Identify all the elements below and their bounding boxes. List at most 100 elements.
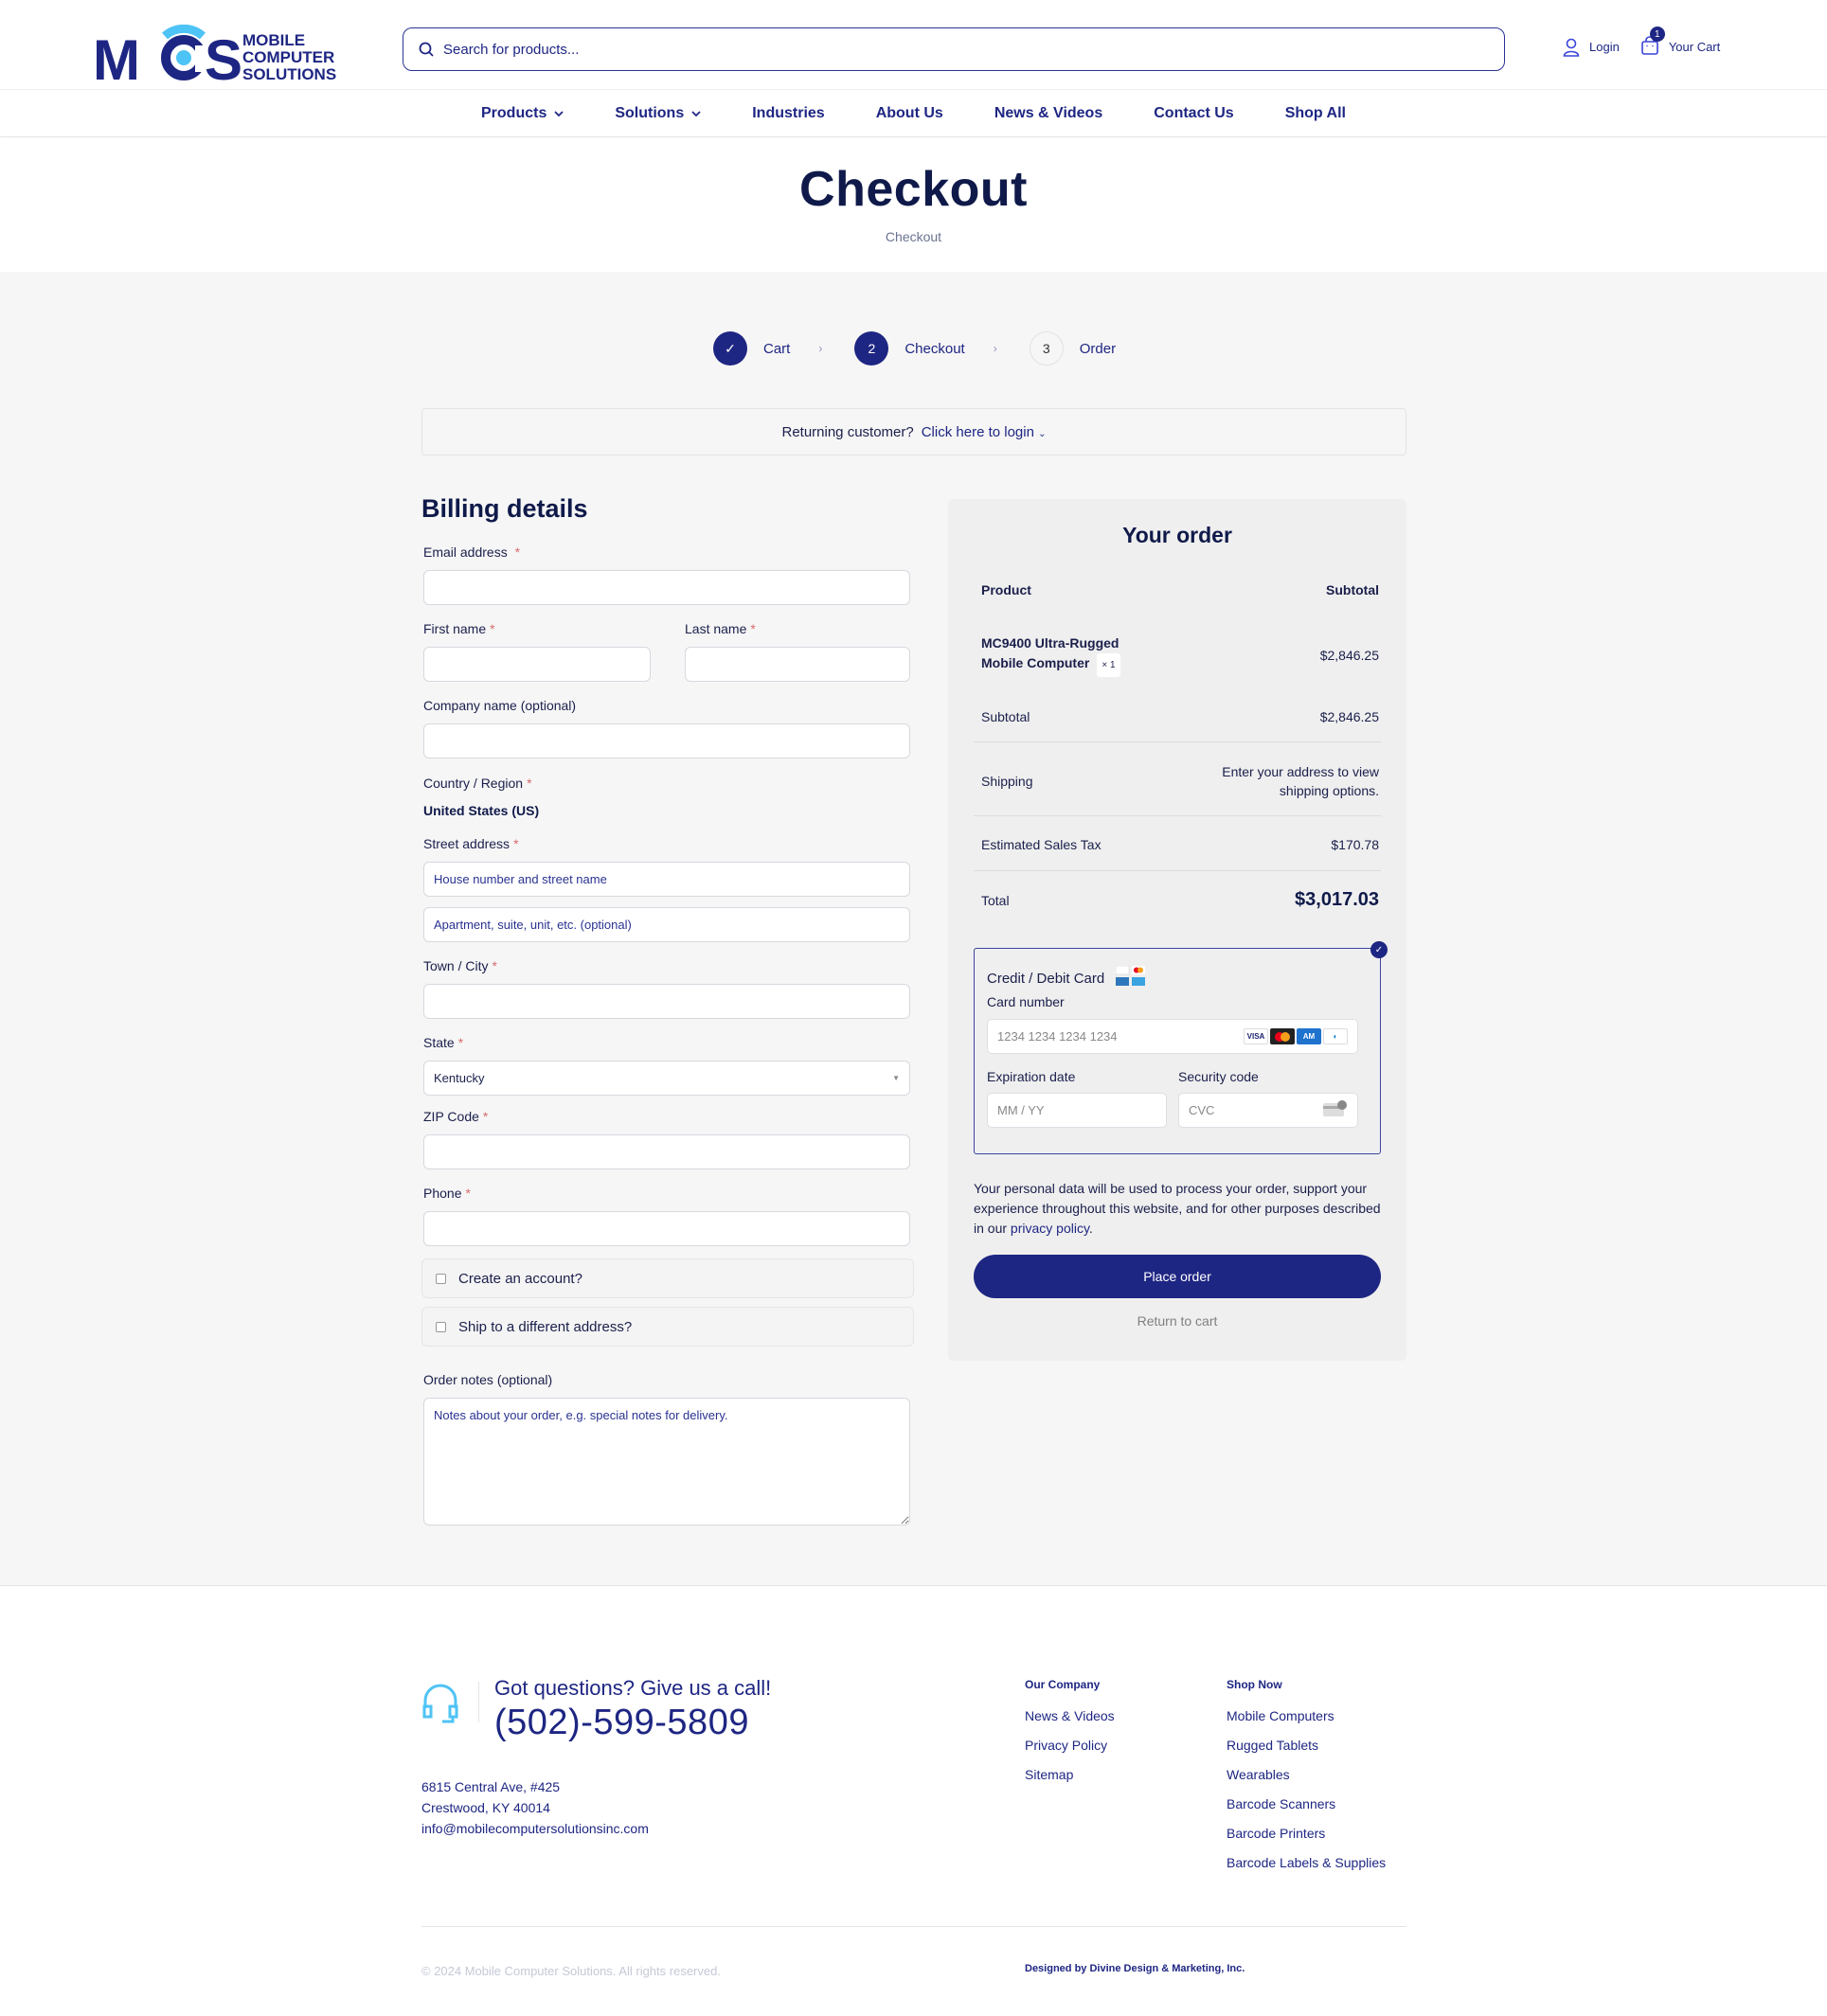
nav-industries[interactable]: Industries [752, 105, 824, 122]
chevron-right-icon: › [993, 342, 997, 355]
svg-text:M: M [93, 28, 137, 83]
nav-shop-all[interactable]: Shop All [1285, 105, 1346, 122]
footer-link-news-videos[interactable]: News & Videos [1025, 1708, 1115, 1723]
main-nav: Products Solutions Industries About Us N… [0, 90, 1827, 137]
order-item-name: MC9400 Ultra-Rugged Mobile Computer × 1 [981, 633, 1120, 677]
checkout-steps: ✓ Cart › 2 Checkout › 3 Order [713, 331, 1116, 366]
diners-icon: ◐ [1323, 1028, 1348, 1044]
first-name-label: First name * [423, 621, 495, 636]
dropdown-arrow-icon: ▼ [892, 1074, 900, 1082]
nav-solutions[interactable]: Solutions [615, 105, 701, 122]
street-label: Street address * [423, 836, 519, 851]
phone-field[interactable] [423, 1211, 910, 1246]
total-row: Total $3,017.03 [981, 889, 1379, 910]
card-number-label: Card number [987, 994, 1065, 1009]
company-field[interactable] [423, 723, 910, 758]
phone-label: Phone * [423, 1186, 471, 1201]
search-input[interactable] [443, 41, 1504, 58]
payment-method-label: Credit / Debit Card [987, 970, 1105, 987]
nav-about-us[interactable]: About Us [876, 105, 943, 122]
footer-col-shop: Shop Now Mobile Computers Rugged Tablets… [1227, 1678, 1387, 1870]
step-checkout-label: Checkout [905, 340, 965, 357]
cart-link[interactable]: 1 Your Cart [1640, 27, 1721, 58]
user-icon [1563, 38, 1580, 57]
email-field[interactable] [423, 570, 910, 605]
return-to-cart-link[interactable]: Return to cart [974, 1313, 1381, 1329]
step-cart-label[interactable]: Cart [763, 341, 790, 357]
cvc-label: Security code [1178, 1069, 1259, 1084]
designer-credit-link[interactable]: Designed by Divine Design & Marketing, I… [1025, 1963, 1245, 1974]
footer-link-barcode-labels[interactable]: Barcode Labels & Supplies [1227, 1855, 1386, 1870]
privacy-policy-link[interactable]: privacy policy [1011, 1221, 1089, 1236]
nav-contact-us[interactable]: Contact Us [1154, 105, 1233, 122]
nav-products[interactable]: Products [481, 105, 564, 122]
city-label: Town / City * [423, 958, 497, 973]
subtotal-row: Subtotal $2,846.25 [981, 709, 1379, 724]
mastercard-icon [1270, 1028, 1295, 1044]
card-brands-icon [1115, 965, 1146, 990]
nav-news-videos[interactable]: News & Videos [994, 105, 1102, 122]
street-address-1-field[interactable] [423, 862, 910, 897]
order-total: $3,017.03 [1295, 889, 1379, 910]
cart-count-badge: 1 [1649, 27, 1665, 42]
site-footer: Got questions? Give us a call! (502)-599… [0, 1587, 1827, 2016]
footer-link-privacy-policy[interactable]: Privacy Policy [1025, 1738, 1115, 1753]
zip-field[interactable] [423, 1134, 910, 1169]
chevron-down-icon [554, 105, 564, 122]
card-number-field[interactable]: 1234 1234 1234 1234 VISA AM ◐ [987, 1019, 1358, 1054]
order-notes-field[interactable] [423, 1398, 910, 1525]
footer-link-rugged-tablets[interactable]: Rugged Tablets [1227, 1738, 1386, 1753]
state-selected-value: Kentucky [434, 1071, 485, 1085]
email-label: Email address * [423, 544, 521, 560]
login-toggle-link[interactable]: Click here to login ⌄ [922, 424, 1047, 440]
cart-label: Your Cart [1668, 40, 1721, 54]
footer-link-wearables[interactable]: Wearables [1227, 1767, 1386, 1782]
last-name-label: Last name * [685, 621, 756, 636]
phone-number[interactable]: (502)-599-5809 [494, 1703, 771, 1743]
svg-text:MOBILE: MOBILE [242, 31, 305, 49]
page-title-area: Checkout Checkout [0, 138, 1827, 272]
create-account-checkbox[interactable]: Create an account? [421, 1258, 914, 1298]
footer-divider [421, 1926, 1406, 1927]
state-label: State * [423, 1035, 464, 1050]
logo[interactable]: M S MOBILE COMPUTER SOLUTIONS [93, 17, 349, 92]
step-checkout-circle: 2 [854, 331, 889, 366]
divider [974, 741, 1381, 742]
visa-icon: VISA [1244, 1028, 1268, 1044]
privacy-notice: Your personal data will be used to proce… [974, 1181, 1381, 1236]
expiry-field[interactable]: MM / YY [987, 1093, 1167, 1128]
check-icon: ✓ [725, 340, 736, 356]
order-summary: Your order Product Subtotal MC9400 Ultra… [948, 499, 1406, 1361]
footer-link-barcode-scanners[interactable]: Barcode Scanners [1227, 1796, 1386, 1811]
footer-link-sitemap[interactable]: Sitemap [1025, 1767, 1115, 1782]
footer-link-mobile-computers[interactable]: Mobile Computers [1227, 1708, 1386, 1723]
chevron-right-icon: › [818, 342, 823, 355]
state-select[interactable]: Kentucky ▼ [423, 1061, 910, 1096]
order-table-header: Product Subtotal [981, 582, 1379, 598]
call-block: Got questions? Give us a call! (502)-599… [421, 1676, 771, 1743]
divider [974, 870, 1381, 871]
checkbox-icon [436, 1273, 446, 1284]
checkout-main: ✓ Cart › 2 Checkout › 3 Order Returning … [0, 272, 1827, 1586]
email-link[interactable]: info@mobilecomputersolutionsinc.com [421, 1818, 649, 1839]
first-name-field[interactable] [423, 647, 651, 682]
last-name-field[interactable] [685, 647, 910, 682]
place-order-button[interactable]: Place order [974, 1255, 1381, 1298]
street-address-2-field[interactable] [423, 907, 910, 942]
billing-heading: Billing details [421, 494, 588, 523]
city-field[interactable] [423, 984, 910, 1019]
search-bar[interactable] [403, 27, 1505, 71]
cvc-field[interactable]: CVC [1178, 1093, 1358, 1128]
footer-col-company: Our Company News & Videos Privacy Policy… [1025, 1678, 1115, 1782]
order-heading: Your order [1122, 523, 1232, 547]
step-cart-circle[interactable]: ✓ [713, 331, 747, 366]
country-label: Country / Region * [423, 776, 532, 791]
checkbox-icon [436, 1321, 446, 1332]
order-notes-label: Order notes (optional) [423, 1372, 553, 1387]
login-link[interactable]: Login [1563, 38, 1620, 57]
ship-different-address-checkbox[interactable]: Ship to a different address? [421, 1307, 914, 1347]
payment-method-card[interactable]: ✓ Credit / Debit Card Card number 1234 1… [974, 941, 1388, 1154]
footer-link-barcode-printers[interactable]: Barcode Printers [1227, 1826, 1386, 1841]
breadcrumb: Checkout [885, 229, 942, 244]
selected-check-icon: ✓ [1370, 941, 1388, 958]
